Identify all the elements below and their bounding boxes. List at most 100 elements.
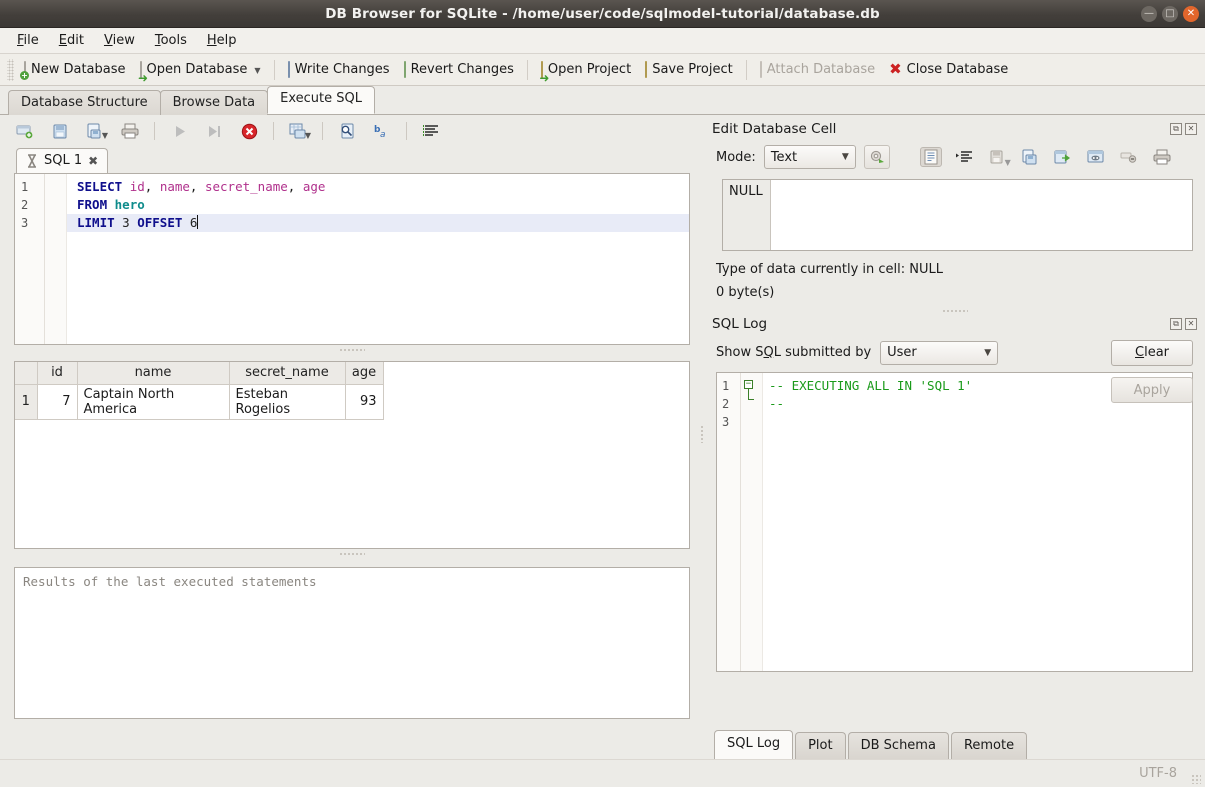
- resize-grip[interactable]: [1191, 774, 1201, 784]
- row-number[interactable]: 1: [15, 384, 37, 419]
- close-icon[interactable]: ✕: [1185, 123, 1197, 135]
- editor-code-area[interactable]: SELECT id, name, secret_name, age FROM h…: [67, 174, 689, 344]
- minimize-button[interactable]: —: [1141, 6, 1157, 22]
- apply-data-button[interactable]: [864, 145, 890, 169]
- close-database-icon: ✖: [889, 62, 902, 77]
- write-changes-button[interactable]: Write Changes: [281, 59, 397, 80]
- menu-help[interactable]: Help: [198, 30, 246, 51]
- dock-tab-remote[interactable]: Remote: [951, 732, 1027, 759]
- results-table: id name secret_name age 1 7 Captain Nort…: [15, 362, 384, 420]
- statusbar: UTF-8: [0, 759, 1205, 787]
- menu-tools[interactable]: Tools: [146, 30, 196, 51]
- execution-results-log[interactable]: Results of the last executed statements: [14, 567, 690, 719]
- menu-view[interactable]: View: [95, 30, 144, 51]
- open-file-icon[interactable]: ▼: [986, 147, 1008, 167]
- import-icon[interactable]: [1085, 147, 1107, 167]
- sql-tab-close-icon[interactable]: ✖: [88, 154, 98, 168]
- save-file-icon[interactable]: [1019, 147, 1041, 167]
- save-project-button[interactable]: Save Project: [638, 59, 740, 80]
- chevron-down-icon[interactable]: ▼: [102, 131, 108, 142]
- line-number: 1: [722, 377, 740, 395]
- dock-tab-plot[interactable]: Plot: [795, 732, 846, 759]
- results-grid[interactable]: id name secret_name age 1 7 Captain Nort…: [14, 361, 690, 549]
- attach-database-icon: [760, 62, 762, 77]
- close-icon[interactable]: ✕: [1185, 318, 1197, 330]
- sql-tab-sql1[interactable]: SQL 1 ✖: [16, 148, 108, 173]
- encoding-label: UTF-8: [1139, 766, 1177, 781]
- clear-log-button[interactable]: Clear: [1111, 340, 1193, 366]
- cell-age[interactable]: 93: [345, 384, 383, 419]
- format-sql-icon[interactable]: ba: [371, 121, 393, 141]
- window-title: DB Browser for SQLite - /home/user/code/…: [325, 6, 880, 22]
- cell-secret-name[interactable]: Esteban Rogelios: [229, 384, 345, 419]
- attach-database-button: Attach Database: [753, 59, 882, 80]
- chevron-down-icon[interactable]: ▼: [254, 66, 260, 77]
- column-header-name[interactable]: name: [77, 362, 229, 384]
- execute-all-icon[interactable]: [168, 121, 190, 141]
- edit-cell-toolbar: ▼: [920, 147, 1173, 167]
- sql-log-dock-buttons: ⧉ ✕: [1170, 318, 1197, 330]
- print-icon[interactable]: [1151, 147, 1173, 167]
- save-results-view-icon[interactable]: ▼: [287, 121, 309, 141]
- close-database-button[interactable]: ✖ Close Database: [882, 59, 1015, 80]
- find-replace-icon[interactable]: [336, 121, 358, 141]
- print-icon[interactable]: [119, 121, 141, 141]
- cell-name[interactable]: Captain North America: [77, 384, 229, 419]
- close-button[interactable]: ✕: [1183, 6, 1199, 22]
- tab-execute-sql[interactable]: Execute SQL: [267, 86, 375, 114]
- right-dock-pane: Edit Database Cell ⧉ ✕ Mode: Text ▼: [704, 115, 1205, 759]
- sql-tab-label: SQL 1: [44, 153, 82, 168]
- sql-log-fold-column[interactable]: −: [741, 373, 763, 671]
- open-sql-tab-icon[interactable]: [14, 121, 36, 141]
- menu-file[interactable]: File: [8, 30, 48, 51]
- word-wrap-icon[interactable]: [420, 121, 442, 141]
- open-database-button[interactable]: ➜ Open Database ▼: [133, 59, 268, 80]
- revert-changes-label: Revert Changes: [411, 62, 514, 77]
- chevron-down-icon[interactable]: ▼: [1005, 158, 1011, 169]
- editor-fold-column: [45, 174, 67, 344]
- sql-log-view[interactable]: 1 2 3 − -- EXECUTING ALL IN 'SQL 1' --: [716, 372, 1193, 672]
- results-header-row: id name secret_name age: [15, 362, 383, 384]
- export-icon[interactable]: [1052, 147, 1074, 167]
- dock-tab-sql-log[interactable]: SQL Log: [714, 730, 793, 759]
- sql-log-filter-select[interactable]: User ▼: [880, 341, 998, 365]
- save-sql-file-icon[interactable]: ▼: [84, 121, 106, 141]
- stop-execution-icon[interactable]: [238, 121, 260, 141]
- chevron-down-icon[interactable]: ▼: [305, 131, 311, 142]
- column-header-age[interactable]: age: [345, 362, 383, 384]
- dock-tab-db-schema[interactable]: DB Schema: [848, 732, 949, 759]
- sql-editor[interactable]: 1 2 3 SELECT id, name, secret_name, age …: [14, 173, 690, 345]
- tab-database-structure[interactable]: Database Structure: [8, 90, 161, 115]
- set-null-icon[interactable]: [1118, 147, 1140, 167]
- text-mode-icon[interactable]: [920, 147, 942, 167]
- grid-corner-cell[interactable]: [15, 362, 37, 384]
- open-project-button[interactable]: ➜ Open Project: [534, 59, 638, 80]
- write-changes-label: Write Changes: [295, 62, 390, 77]
- toolbar-grip[interactable]: [7, 59, 14, 81]
- maximize-button[interactable]: □: [1162, 6, 1178, 22]
- column-header-id[interactable]: id: [37, 362, 77, 384]
- fold-collapse-icon[interactable]: −: [744, 380, 753, 389]
- editor-results-splitter[interactable]: [339, 348, 365, 353]
- cell-value-editor[interactable]: NULL: [722, 179, 1193, 251]
- editor-line-numbers: 1 2 3: [15, 174, 45, 344]
- new-database-button[interactable]: + New Database: [17, 59, 133, 80]
- open-project-label: Open Project: [548, 62, 631, 77]
- undock-icon[interactable]: ⧉: [1170, 318, 1182, 330]
- undock-icon[interactable]: ⧉: [1170, 123, 1182, 135]
- execute-current-line-icon[interactable]: [203, 121, 225, 141]
- cell-id[interactable]: 7: [37, 384, 77, 419]
- tab-browse-data[interactable]: Browse Data: [160, 90, 269, 115]
- mode-select[interactable]: Text ▼: [764, 145, 856, 169]
- table-row[interactable]: 1 7 Captain North America Esteban Rogeli…: [15, 384, 383, 419]
- column-header-secret-name[interactable]: secret_name: [229, 362, 345, 384]
- dock-tab-strip: SQL Log Plot DB Schema Remote: [714, 730, 1029, 759]
- revert-changes-button[interactable]: Revert Changes: [397, 59, 521, 80]
- results-log-splitter[interactable]: [339, 552, 365, 557]
- cell-editor-input[interactable]: [771, 180, 1192, 250]
- open-database-label: Open Database: [147, 62, 248, 77]
- open-sql-file-icon[interactable]: [49, 121, 71, 141]
- word-wrap-icon[interactable]: [953, 147, 975, 167]
- menu-edit[interactable]: Edit: [50, 30, 93, 51]
- revert-changes-icon: [404, 62, 406, 77]
